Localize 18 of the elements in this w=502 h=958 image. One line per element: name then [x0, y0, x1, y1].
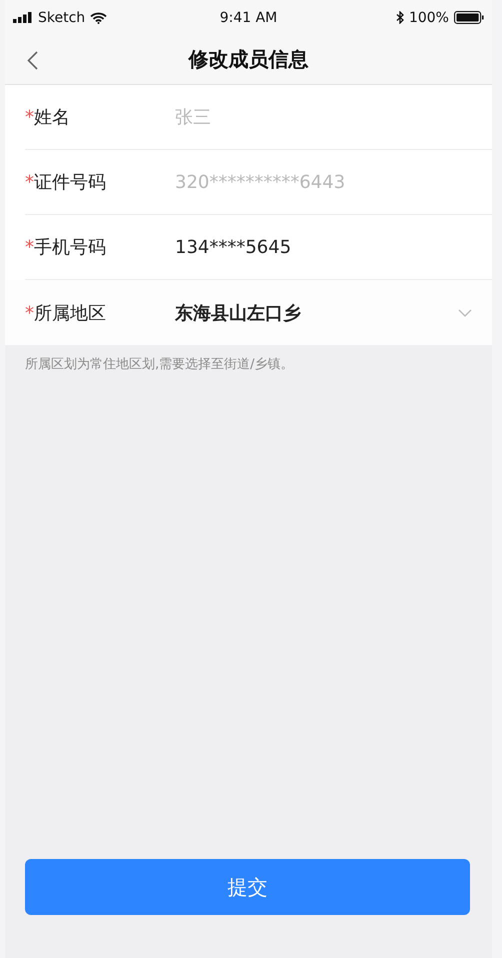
- signal-icon: [13, 12, 33, 23]
- bluetooth-icon: [396, 11, 404, 24]
- field-label: *手机号码: [25, 236, 107, 259]
- field-label: *所属地区: [25, 302, 107, 324]
- back-chevron-icon: [26, 50, 38, 70]
- page-title: 修改成员信息: [188, 46, 308, 73]
- wifi-icon: [90, 12, 108, 24]
- clock-time: 9:41 AM: [220, 10, 278, 26]
- field-label: *证件号码: [25, 171, 107, 194]
- hint-text: 所属区划为常住地区划,需要选择至街道/乡镇。: [24, 356, 295, 374]
- submit-button[interactable]: 提交: [25, 859, 470, 915]
- battery-percent: 100%: [408, 10, 449, 26]
- chevron-down-icon: [458, 308, 472, 316]
- field-label: *姓名: [25, 106, 71, 129]
- carrier-name: Sketch: [38, 10, 86, 26]
- region-select[interactable]: 东海县山左口乡: [175, 300, 458, 324]
- input-field[interactable]: 134****5645: [175, 236, 472, 258]
- battery-icon: [454, 11, 484, 24]
